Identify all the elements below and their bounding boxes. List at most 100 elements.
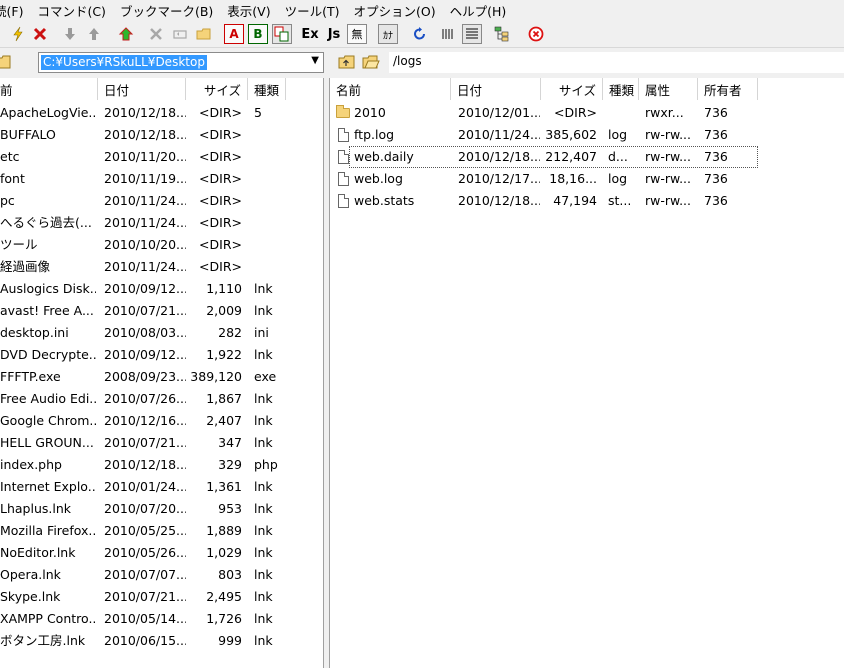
table-row[interactable]: Auslogics Disk... 2010/09/12... 1,110 lnk — [0, 278, 323, 300]
table-row[interactable]: ftp.log 2010/11/24... 385,602 log rw-rw... 73… — [330, 124, 844, 146]
table-row[interactable]: pc 2010/11/24... <DIR> — [0, 190, 323, 212]
table-row[interactable]: ボタン工房.lnk 2010/06/15... 999 lnk — [0, 630, 323, 652]
list-view-icon[interactable] — [438, 24, 458, 44]
column-header-date[interactable]: 日付 — [98, 78, 186, 100]
file-type: lnk — [254, 501, 273, 516]
remote-column-header-date[interactable]: 日付 — [451, 78, 541, 100]
ascii-mode-button[interactable]: A — [224, 24, 244, 44]
stop-icon[interactable] — [526, 24, 546, 44]
file-name: HELL GROUN... — [0, 435, 94, 450]
connect-icon[interactable] — [8, 24, 28, 44]
table-row[interactable]: XAMPP Contro... 2010/05/14... 1,726 lnk — [0, 608, 323, 630]
table-row[interactable]: Google Chrom... 2010/12/16... 2,407 lnk — [0, 410, 323, 432]
local-path-combo[interactable]: C:¥Users¥RSkuLL¥Desktop ▼ — [38, 52, 324, 73]
column-header-type[interactable]: 種類 — [248, 78, 286, 100]
remote-path-field[interactable]: /logs — [389, 52, 844, 73]
table-row[interactable]: ツール 2010/10/20... <DIR> — [0, 234, 323, 256]
mirror-upload-icon[interactable] — [116, 24, 136, 44]
remote-column-header-type[interactable]: 種類 — [603, 78, 639, 100]
new-folder-icon[interactable] — [194, 24, 214, 44]
remote-file-list[interactable]: 名前 日付 サイズ 種類 属性 所有者 2010 2010/12/01... <DI… — [329, 78, 844, 668]
js-button[interactable]: Js — [324, 24, 344, 44]
file-icon — [338, 172, 349, 186]
remote-open-folder-icon[interactable] — [362, 54, 380, 70]
file-size: <DIR> — [199, 193, 242, 208]
disconnect-icon[interactable] — [30, 24, 50, 44]
column-header-size[interactable]: サイズ — [186, 78, 248, 100]
file-type: lnk — [254, 611, 273, 626]
upload-icon[interactable] — [84, 24, 104, 44]
file-icon — [338, 128, 349, 142]
table-row[interactable]: Skype.lnk 2010/07/21... 2,495 lnk — [0, 586, 323, 608]
table-row[interactable]: 2010 2010/12/01... <DIR> rwxr... 736 — [330, 102, 844, 124]
table-row[interactable]: HELL GROUN... 2010/07/21... 347 lnk — [0, 432, 323, 454]
file-type: lnk — [254, 545, 273, 560]
auto-mode-icon[interactable] — [272, 24, 292, 44]
menu-command[interactable]: コマンド(C) — [37, 1, 111, 20]
local-file-list[interactable]: 前 日付 サイズ 種類 ApacheLogVie... 2010/12/18...… — [0, 78, 324, 668]
table-row[interactable]: NoEditor.lnk 2010/05/26... 1,029 lnk — [0, 542, 323, 564]
menu-bookmark[interactable]: ブックマーク(B) — [120, 1, 219, 20]
table-row[interactable]: ApacheLogVie... 2010/12/18... <DIR> 5 — [0, 102, 323, 124]
table-row[interactable]: へるぐら過去(... 2010/11/24... <DIR> — [0, 212, 323, 234]
local-path-input[interactable]: C:¥Users¥RSkuLL¥Desktop — [41, 55, 207, 70]
menu-file[interactable]: 続(F) — [0, 1, 29, 20]
rename-icon[interactable] — [170, 24, 190, 44]
table-row[interactable]: Opera.lnk 2010/07/07... 803 lnk — [0, 564, 323, 586]
table-row[interactable]: DVD Decrypte... 2010/09/12... 1,922 lnk — [0, 344, 323, 366]
mu-button[interactable]: 無 — [347, 24, 367, 44]
table-row[interactable]: web.stats 2010/12/18... 47,194 st... rw-rw..… — [330, 190, 844, 212]
table-row[interactable]: BUFFALO 2010/12/18... <DIR> — [0, 124, 323, 146]
download-icon[interactable] — [60, 24, 80, 44]
file-type: php — [254, 457, 278, 472]
table-row[interactable]: avast! Free A... 2010/07/21... 2,009 lnk — [0, 300, 323, 322]
ascii-mode-label: A — [229, 27, 239, 41]
column-header-name[interactable]: 前 — [0, 78, 98, 100]
delete-icon[interactable] — [146, 24, 166, 44]
detail-view-icon[interactable] — [462, 24, 482, 44]
table-row[interactable]: Mozilla Firefox... 2010/05/25... 1,889 lnk — [0, 520, 323, 542]
remote-path-input[interactable]: /logs — [393, 54, 422, 69]
mu-label: 無 — [351, 28, 363, 41]
table-row[interactable]: web.log 2010/12/17... 18,16... log rw-rw... 7… — [330, 168, 844, 190]
chevron-down-icon[interactable]: ▼ — [311, 55, 319, 66]
table-row[interactable]: 経過画像 2010/11/24... <DIR> — [0, 256, 323, 278]
table-row[interactable]: web.daily 2010/12/18... 212,407 d... rw-rw..… — [330, 146, 844, 168]
file-name: NoEditor.lnk — [0, 545, 76, 560]
kana-button[interactable]: ｶﾅ — [378, 24, 398, 44]
file-name: web.log — [354, 171, 403, 186]
remote-up-folder-icon[interactable] — [338, 54, 356, 70]
table-row[interactable]: Lhaplus.lnk 2010/07/20... 953 lnk — [0, 498, 323, 520]
menu-help[interactable]: ヘルプ(H) — [450, 1, 513, 20]
binary-mode-button[interactable]: B — [248, 24, 268, 44]
file-owner: 736 — [704, 193, 728, 208]
file-name: 経過画像 — [0, 259, 51, 274]
file-name: Lhaplus.lnk — [0, 501, 71, 516]
menu-tools[interactable]: ツール(T) — [285, 1, 346, 20]
menu-options[interactable]: オプション(O) — [353, 1, 441, 20]
ex-button[interactable]: Ex — [300, 24, 320, 44]
table-row[interactable]: desktop.ini 2010/08/03... 282 ini — [0, 322, 323, 344]
menu-view[interactable]: 表示(V) — [227, 1, 276, 20]
tree-view-icon[interactable] — [492, 24, 512, 44]
remote-column-header-size[interactable]: サイズ — [541, 78, 603, 100]
file-name: XAMPP Contro... — [0, 611, 96, 626]
file-name: desktop.ini — [0, 325, 69, 340]
remote-column-header-attr[interactable]: 属性 — [639, 78, 698, 100]
table-row[interactable]: etc 2010/11/20... <DIR> — [0, 146, 323, 168]
table-row[interactable]: index.php 2010/12/18... 329 php — [0, 454, 323, 476]
file-date: 2010/09/12... — [104, 347, 186, 362]
refresh-icon[interactable] — [410, 24, 430, 44]
table-row[interactable]: Internet Explo... 2010/01/24... 1,361 lnk — [0, 476, 323, 498]
table-row[interactable]: FFFTP.exe 2008/09/23... 389,120 exe — [0, 366, 323, 388]
file-type: st... — [608, 193, 632, 208]
file-size: 2,407 — [206, 413, 242, 428]
column-header-date-label: 日付 — [104, 82, 130, 98]
remote-column-header-name[interactable]: 名前 — [330, 78, 451, 100]
local-up-folder-icon[interactable] — [0, 54, 12, 70]
file-size: 329 — [218, 457, 242, 472]
remote-column-header-owner[interactable]: 所有者 — [698, 78, 758, 100]
js-label: Js — [327, 26, 341, 42]
table-row[interactable]: Free Audio Edi... 2010/07/26... 1,867 lnk — [0, 388, 323, 410]
table-row[interactable]: font 2010/11/19... <DIR> — [0, 168, 323, 190]
